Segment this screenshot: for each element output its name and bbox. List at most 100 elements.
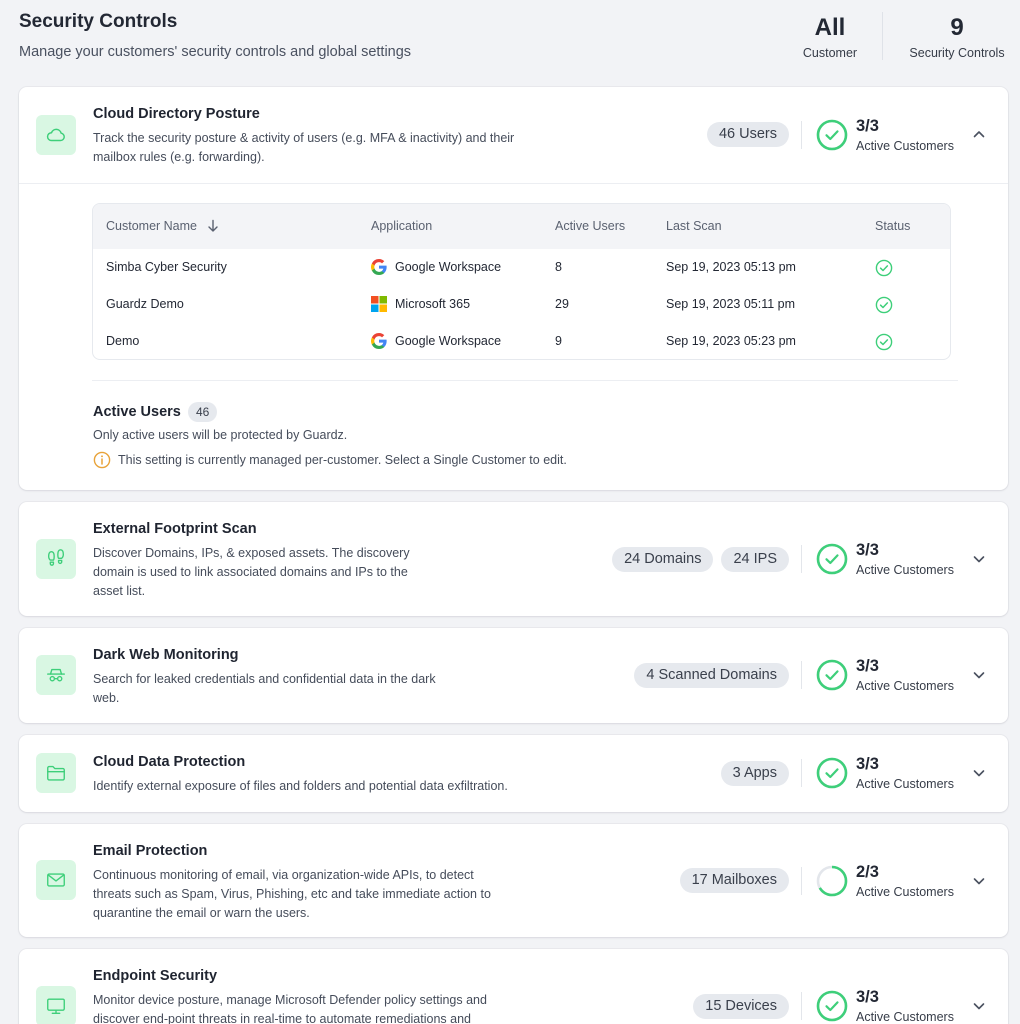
active-customers-ratio: 2/3 (856, 863, 879, 881)
column-header-label: Customer Name (106, 219, 197, 233)
table-row[interactable]: Simba Cyber Security Google Workspace 8 Sep… (93, 249, 950, 286)
card-endpoint-security[interactable]: Endpoint Security Monitor device posture… (19, 949, 1008, 1024)
column-header-application: Application (371, 219, 433, 233)
progress-ring-icon (816, 757, 848, 789)
application-cell: Microsoft 365 (371, 296, 470, 312)
google-icon (371, 259, 387, 275)
active-users-description: Only active users will be protected by G… (93, 428, 348, 442)
stat-divider (882, 12, 883, 60)
check-circle-icon (875, 333, 893, 351)
mailboxes-pill: 17 Mailboxes (679, 868, 789, 893)
chevron-up-icon[interactable] (971, 126, 987, 142)
card-description-line: Discover Domains, IPs, & exposed assets.… (93, 546, 410, 560)
progress-ring-icon (816, 865, 848, 897)
checkmark-icon (825, 1001, 839, 1012)
active-customers-ratio: 3/3 (856, 541, 879, 559)
column-header-last-scan: Last Scan (666, 219, 722, 233)
mail-icon (36, 860, 76, 900)
expand-separator (19, 183, 1008, 184)
page-header: Security Controls Manage your customers'… (0, 0, 1020, 80)
progress-ring-fill (816, 990, 848, 1022)
progress-ring-fill (816, 659, 848, 691)
table-row[interactable]: Demo Google Workspace 9 Sep 19, 2023 05:23 … (93, 323, 950, 359)
progress-ring-fill (816, 543, 848, 575)
card-description-line: Monitor device posture, manage Microsoft… (93, 993, 487, 1007)
application-cell: Google Workspace (371, 259, 501, 275)
active-customers-label: Active Customers (856, 777, 954, 791)
divider (801, 867, 802, 895)
users-pill: 46 Users (706, 122, 789, 147)
card-cloud-directory-posture: Cloud Directory Posture Track the securi… (19, 87, 1008, 490)
active-customers-label: Active Customers (856, 885, 954, 899)
customer-stat-label: Customer (802, 46, 858, 60)
card-title: Endpoint Security (93, 968, 218, 984)
column-header-active-users: Active Users (555, 219, 626, 233)
ips-pill: 24 IPS (721, 547, 789, 572)
active-customers-ratio: 3/3 (856, 117, 879, 135)
active-customers-label: Active Customers (856, 139, 954, 153)
card-email-protection[interactable]: Email Protection Continuous monitoring o… (19, 824, 1008, 937)
chevron-down-icon[interactable] (971, 765, 987, 781)
pill-group: 4 Scanned Domains (634, 663, 789, 688)
card-dark-web-monitoring[interactable]: Dark Web Monitoring Search for leaked cr… (19, 628, 1008, 723)
active-users-count-badge: 46 (188, 402, 218, 422)
card-description-line: mailbox rules (e.g. forwarding). (93, 150, 265, 164)
active-users-cell: 8 (555, 260, 562, 274)
active-users-title: Active Users (93, 404, 181, 420)
customer-stat[interactable]: All Customer (790, 14, 870, 60)
customers-table: Customer Name Application Active Users L… (92, 203, 951, 360)
status-cell (875, 259, 893, 280)
active-customers-label: Active Customers (856, 563, 954, 577)
security-controls-stat-value: 9 (950, 14, 964, 41)
table-row[interactable]: Guardz Demo Microsoft 365 29 Sep 19, 2023 0… (93, 286, 950, 323)
card-description: Discover Domains, IPs, & exposed assets.… (93, 544, 410, 601)
chevron-down-icon[interactable] (971, 667, 987, 683)
monitor-icon (36, 986, 76, 1024)
status-cell (875, 296, 893, 317)
card-description-line: discover end-point threats in real-time … (93, 1012, 471, 1024)
page-subtitle: Manage your customers' security controls… (19, 44, 412, 60)
card-description-line: asset list. (93, 584, 146, 598)
card-cloud-data-protection[interactable]: Cloud Data Protection Identify external … (19, 735, 1008, 812)
card-title: Cloud Data Protection (93, 754, 246, 770)
apps-pill: 3 Apps (720, 761, 789, 786)
last-scan-cell: Sep 19, 2023 05:23 pm (666, 334, 796, 348)
active-users-separator (92, 380, 958, 381)
active-customers-ratio: 3/3 (856, 657, 879, 675)
card-description-line: threats such as Spam, Virus, Phishing, e… (93, 887, 491, 901)
info-icon (93, 451, 111, 469)
application-cell: Google Workspace (371, 333, 501, 349)
card-description: Search for leaked credentials and confid… (93, 670, 436, 708)
progress-ring-fill (816, 757, 848, 789)
card-description-line: domain is used to link associated domain… (93, 565, 408, 579)
progress-ring-icon (816, 543, 848, 575)
active-customers-ratio: 3/3 (856, 988, 879, 1006)
chevron-down-icon[interactable] (971, 998, 987, 1014)
application-name: Microsoft 365 (395, 297, 471, 311)
checkmark-icon (825, 554, 839, 565)
sort-arrow-down-icon[interactable] (207, 219, 219, 233)
domains-pill: 24 Domains (612, 547, 714, 572)
card-description-line: web. (93, 691, 120, 705)
card-external-footprint-scan[interactable]: External Footprint Scan Discover Domains… (19, 502, 1008, 616)
table-header: Customer Name Application Active Users L… (93, 204, 950, 249)
checkmark-icon (825, 768, 839, 779)
divider (801, 759, 802, 787)
card-description: Continuous monitoring of email, via orga… (93, 866, 491, 923)
column-header-customer-name[interactable]: Customer Name (106, 219, 219, 233)
divider (801, 545, 802, 573)
divider (801, 992, 802, 1020)
application-name: Google Workspace (395, 334, 502, 348)
column-header-status: Status (875, 219, 911, 233)
active-customers-label: Active Customers (856, 679, 954, 693)
footprint-icon (36, 539, 76, 579)
card-description: Identify external exposure of files and … (93, 777, 508, 796)
check-circle-icon (875, 259, 893, 277)
chevron-down-icon[interactable] (971, 551, 987, 567)
managed-per-customer-note: This setting is currently managed per-cu… (93, 451, 567, 469)
card-description-line: Continuous monitoring of email, via orga… (93, 868, 474, 882)
chevron-down-icon[interactable] (971, 873, 987, 889)
card-description: Monitor device posture, manage Microsoft… (93, 991, 487, 1024)
pill-group: 3 Apps (720, 761, 789, 786)
progress-ring-fill (816, 119, 848, 151)
